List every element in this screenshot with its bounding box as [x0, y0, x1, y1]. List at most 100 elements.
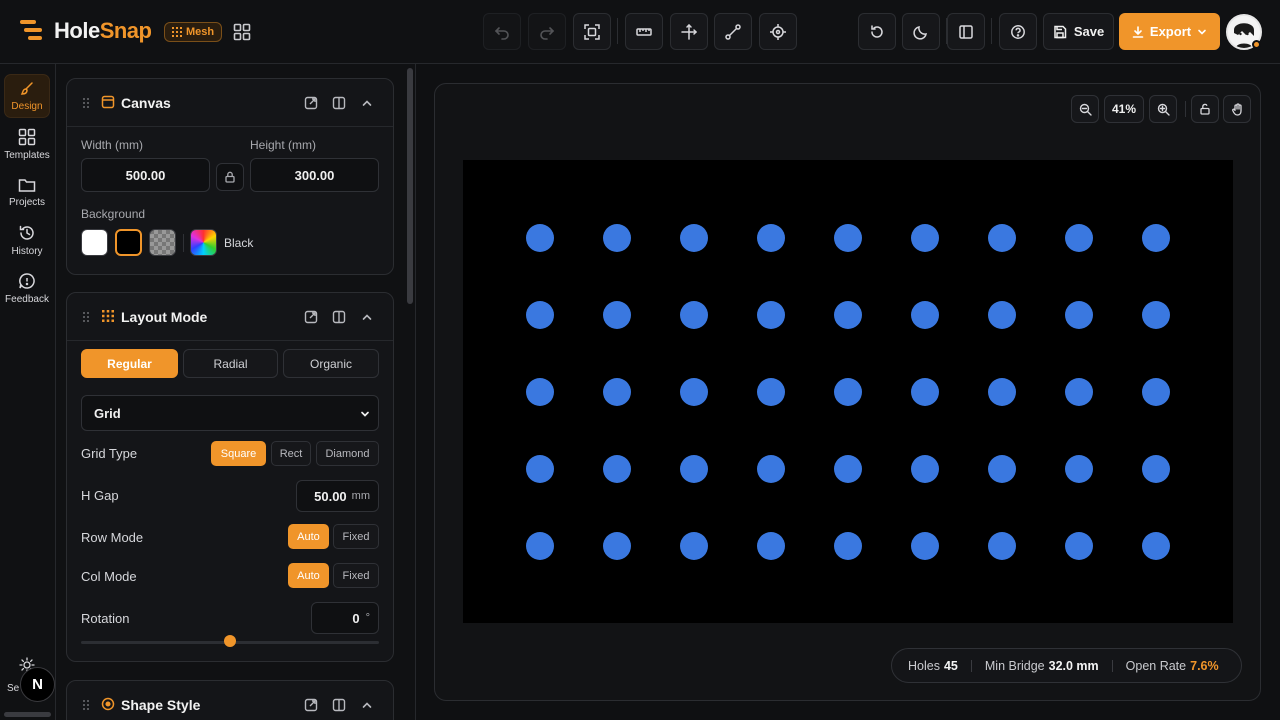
pattern-select[interactable]: Grid [81, 395, 379, 431]
drag-handle-icon[interactable] [82, 97, 90, 109]
background-transparent-swatch[interactable] [149, 229, 176, 256]
mode-tab-radial[interactable]: Radial [183, 349, 278, 378]
zoom-level[interactable]: 41% [1104, 95, 1144, 123]
rail-item-templates[interactable]: Templates [4, 122, 50, 166]
hole[interactable] [1065, 532, 1093, 560]
col-mode-auto[interactable]: Auto [288, 563, 329, 588]
hole[interactable] [1142, 532, 1170, 560]
rail-item-history[interactable]: History [4, 218, 50, 262]
aspect-lock-button[interactable] [216, 163, 244, 191]
hole[interactable] [526, 224, 554, 252]
rotation-input[interactable]: 0 ° [311, 602, 379, 634]
chevron-up-icon[interactable] [360, 96, 374, 110]
grid-type-diamond[interactable]: Diamond [316, 441, 379, 466]
hole[interactable] [526, 532, 554, 560]
custom-color-swatch[interactable] [190, 229, 217, 256]
hgap-input[interactable]: 50.00 mm [296, 480, 379, 512]
hole[interactable] [757, 532, 785, 560]
hole[interactable] [988, 301, 1016, 329]
width-input[interactable]: 500.00 [81, 158, 210, 192]
ruler-button[interactable] [625, 13, 663, 50]
artboard[interactable] [463, 160, 1233, 623]
hole[interactable] [680, 301, 708, 329]
mode-tab-organic[interactable]: Organic [283, 349, 379, 378]
help-button[interactable] [999, 13, 1037, 50]
path-button[interactable] [714, 13, 752, 50]
hole[interactable] [911, 532, 939, 560]
chevron-up-icon[interactable] [360, 698, 374, 712]
theme-toggle-button[interactable] [902, 13, 940, 50]
hole[interactable] [988, 455, 1016, 483]
canvas-panel-header[interactable]: Canvas [67, 79, 393, 127]
rail-item-projects[interactable]: Projects [4, 170, 50, 214]
hole[interactable] [988, 378, 1016, 406]
export-button[interactable]: Export [1119, 13, 1220, 50]
split-view-icon[interactable] [332, 698, 346, 712]
rotation-slider-handle[interactable] [224, 635, 236, 647]
hole[interactable] [757, 378, 785, 406]
hole[interactable] [757, 455, 785, 483]
mode-badge[interactable]: Mesh [164, 22, 223, 42]
hole[interactable] [757, 301, 785, 329]
mode-tab-regular[interactable]: Regular [81, 349, 178, 378]
hole[interactable] [757, 224, 785, 252]
target-button[interactable] [759, 13, 797, 50]
drag-handle-icon[interactable] [82, 311, 90, 323]
hole[interactable] [1065, 455, 1093, 483]
popout-icon[interactable] [304, 310, 318, 324]
hole[interactable] [834, 532, 862, 560]
height-input[interactable]: 300.00 [250, 158, 379, 192]
row-mode-auto[interactable]: Auto [288, 524, 329, 549]
hole[interactable] [1065, 224, 1093, 252]
hole[interactable] [526, 455, 554, 483]
user-initial-button[interactable]: N [20, 667, 55, 702]
hole[interactable] [1142, 455, 1170, 483]
hole[interactable] [911, 455, 939, 483]
row-mode-fixed[interactable]: Fixed [333, 524, 379, 549]
hole[interactable] [911, 224, 939, 252]
hole[interactable] [526, 301, 554, 329]
background-white-swatch[interactable] [81, 229, 108, 256]
hole[interactable] [1065, 301, 1093, 329]
hole[interactable] [1142, 301, 1170, 329]
chevron-up-icon[interactable] [360, 310, 374, 324]
shape-panel-header[interactable]: Shape Style [67, 681, 393, 720]
hole[interactable] [1142, 224, 1170, 252]
rail-scrollbar[interactable] [4, 712, 51, 717]
redo-button[interactable] [528, 13, 566, 50]
split-view-icon[interactable] [332, 96, 346, 110]
hole[interactable] [603, 532, 631, 560]
settings-label[interactable]: Se [7, 683, 19, 694]
hole[interactable] [680, 532, 708, 560]
hole[interactable] [988, 224, 1016, 252]
hole[interactable] [603, 378, 631, 406]
reset-button[interactable] [858, 13, 896, 50]
popout-icon[interactable] [304, 698, 318, 712]
popout-icon[interactable] [304, 96, 318, 110]
hole[interactable] [680, 378, 708, 406]
app-logo[interactable]: HoleSnap [18, 18, 152, 44]
split-view-icon[interactable] [332, 310, 346, 324]
pan-hand-button[interactable] [1223, 95, 1251, 123]
apps-icon[interactable] [233, 23, 251, 41]
move-button[interactable] [670, 13, 708, 50]
hole[interactable] [526, 378, 554, 406]
hole[interactable] [680, 455, 708, 483]
hole[interactable] [1142, 378, 1170, 406]
hole[interactable] [834, 378, 862, 406]
grid-type-square[interactable]: Square [211, 441, 266, 466]
grid-type-rect[interactable]: Rect [271, 441, 311, 466]
hole[interactable] [911, 301, 939, 329]
hole[interactable] [1065, 378, 1093, 406]
drag-handle-icon[interactable] [82, 699, 90, 711]
lock-canvas-button[interactable] [1191, 95, 1219, 123]
save-button[interactable]: Save [1043, 13, 1114, 50]
undo-button[interactable] [483, 13, 521, 50]
sidebar-scrollbar[interactable] [407, 68, 413, 304]
fit-frame-button[interactable] [573, 13, 611, 50]
hole[interactable] [911, 378, 939, 406]
col-mode-fixed[interactable]: Fixed [333, 563, 379, 588]
hole[interactable] [680, 224, 708, 252]
background-black-swatch[interactable] [115, 229, 142, 256]
zoom-in-button[interactable] [1149, 95, 1177, 123]
